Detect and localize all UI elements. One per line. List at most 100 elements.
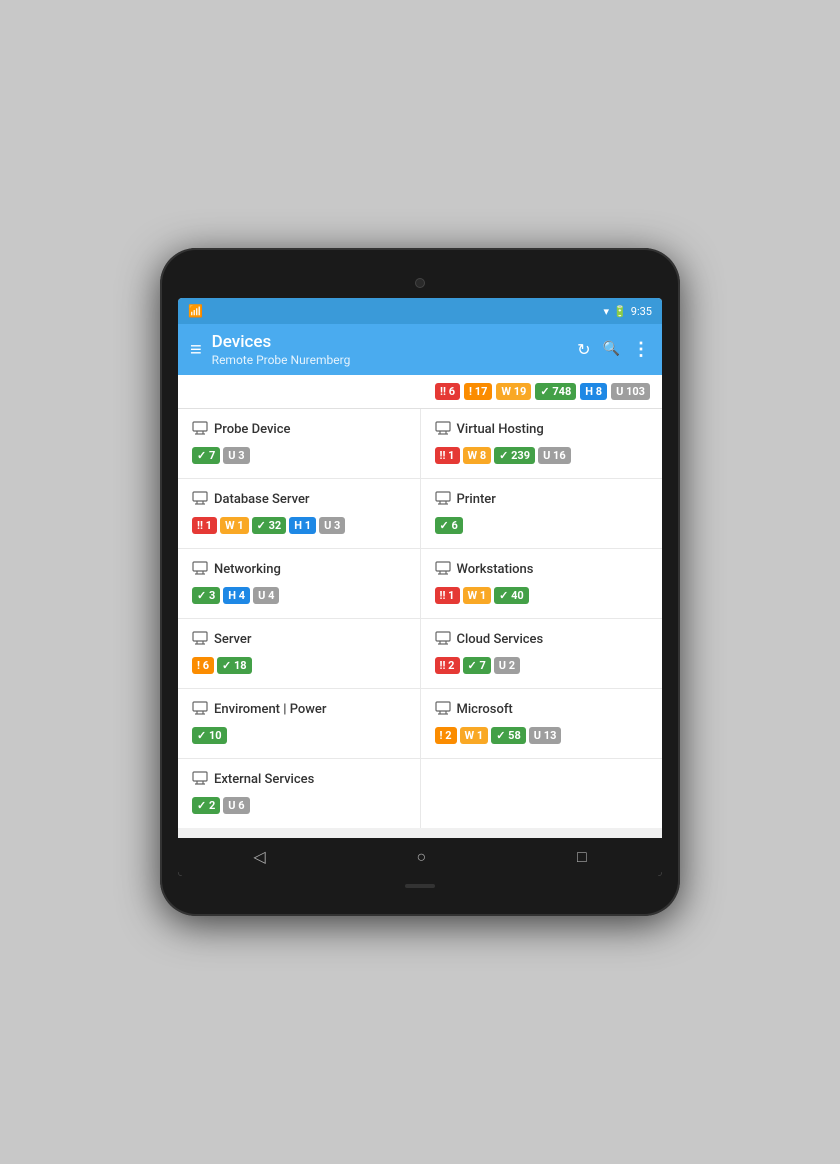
device-badge-row: ! 6✓ 18 [192,657,406,674]
device-badge: ✓ 3 [192,587,220,604]
device-card[interactable]: Database Server !! 1W 1✓ 32H 1U 3 [178,479,420,548]
device-type-icon [192,421,208,439]
app-bar: ≡ Devices Remote Probe Nuremberg ↻ 🔍 ⋮ [178,324,662,374]
search-button[interactable]: 🔍 [603,341,620,357]
device-card-header: Server [192,631,406,649]
status-bar: 📶 ▾ 🔋 9:35 [178,298,662,324]
tablet-screen: 📶 ▾ 🔋 9:35 ≡ Devices Remote Probe Nuremb… [178,298,662,875]
device-badge: !! 2 [435,657,460,674]
device-badge: ✓ 40 [494,587,529,604]
summary-badge: ✓ 748 [535,383,576,400]
device-name-label: Server [214,632,251,647]
device-card-header: Printer [435,491,649,509]
device-card-header: External Services [192,771,406,789]
summary-badge: H 8 [580,383,607,400]
home-button[interactable]: ○ [396,841,446,873]
device-name-label: Database Server [214,492,310,507]
app-title: Devices [212,332,567,352]
device-badge: ✓ 7 [192,447,220,464]
device-type-icon [435,421,451,439]
device-type-icon [435,631,451,649]
device-card[interactable]: Networking ✓ 3H 4U 4 [178,549,420,618]
device-card-header: Networking [192,561,406,579]
device-badge: H 1 [289,517,316,534]
wifi-icon: ▾ [604,305,610,318]
device-name-label: Microsoft [457,702,513,717]
device-card-header: Database Server [192,491,406,509]
device-type-icon [435,701,451,719]
device-card [421,759,663,828]
more-button[interactable]: ⋮ [632,339,650,360]
device-badge: W 1 [463,587,492,604]
device-badge: W 8 [463,447,492,464]
device-name-label: Enviroment | Power [214,702,327,717]
device-badge-row: ✓ 3H 4U 4 [192,587,406,604]
device-card-header: Probe Device [192,421,406,439]
device-badge: ! 2 [435,727,457,744]
camera [415,278,425,288]
device-card[interactable]: Cloud Services !! 2✓ 7U 2 [421,619,663,688]
battery-icon: 🔋 [613,305,627,318]
device-badge: ✓ 2 [192,797,220,814]
device-name-label: Virtual Hosting [457,422,544,437]
device-card-header: Cloud Services [435,631,649,649]
device-card[interactable]: Probe Device ✓ 7U 3 [178,409,420,478]
summary-badge: !! 6 [435,383,460,400]
device-badge-row: !! 2✓ 7U 2 [435,657,649,674]
device-card[interactable]: Server! 6✓ 18 [178,619,420,688]
device-card[interactable]: Virtual Hosting !! 1W 8✓ 239U 16 [421,409,663,478]
status-bar-left: 📶 [188,304,203,318]
device-badge-row: ✓ 6 [435,517,649,534]
device-type-icon [192,491,208,509]
device-badge: ! 6 [192,657,214,674]
device-name-label: Probe Device [214,422,290,437]
device-badge: ✓ 7 [463,657,491,674]
bottom-indicator [405,884,435,888]
device-card-header: Workstations [435,561,649,579]
device-name-label: Workstations [457,562,534,577]
device-badge: !! 1 [192,517,217,534]
device-card[interactable]: Enviroment | Power ✓ 10 [178,689,420,758]
device-type-icon [192,701,208,719]
device-card[interactable]: Workstations !! 1W 1✓ 40 [421,549,663,618]
menu-button[interactable]: ≡ [190,337,202,362]
device-card[interactable]: Microsoft ! 2W 1✓ 58U 13 [421,689,663,758]
app-bar-title-block: Devices Remote Probe Nuremberg [212,332,567,366]
device-type-icon [192,561,208,579]
device-badge: W 1 [220,517,249,534]
device-badge: W 1 [460,727,489,744]
time-display: 9:35 [631,305,652,318]
device-badge: ✓ 10 [192,727,227,744]
device-badge-row: ✓ 7U 3 [192,447,406,464]
device-grid: Probe Device✓ 7U 3Virtual Hosting!! 1W 8… [178,409,662,828]
device-badge: ✓ 58 [491,727,526,744]
device-badge: ✓ 32 [252,517,287,534]
device-name-label: Printer [457,492,496,507]
back-button[interactable]: ◁ [233,841,285,872]
device-badge: ✓ 18 [217,657,252,674]
device-badge-row: !! 1W 1✓ 32H 1U 3 [192,517,406,534]
summary-badge: ! 17 [464,383,492,400]
device-card[interactable]: External Services✓ 2U 6 [178,759,420,828]
device-badge-row: !! 1W 8✓ 239U 16 [435,447,649,464]
bottom-nav: ◁ ○ □ [178,838,662,876]
device-card[interactable]: Printer ✓ 6 [421,479,663,548]
device-type-icon [435,491,451,509]
device-badge: ✓ 6 [435,517,463,534]
device-badge-row: !! 1W 1✓ 40 [435,587,649,604]
tablet-device: 📶 ▾ 🔋 9:35 ≡ Devices Remote Probe Nuremb… [160,248,680,915]
device-name-label: Networking [214,562,281,577]
device-card-header: Virtual Hosting [435,421,649,439]
device-badge: U 16 [538,447,571,464]
device-badge: U 3 [223,447,249,464]
device-card-header: Microsoft [435,701,649,719]
status-bar-right: ▾ 🔋 9:35 [604,305,652,318]
device-badge: ✓ 239 [494,447,535,464]
app-bar-actions: ↻ 🔍 ⋮ [577,339,650,360]
summary-badge: U 103 [611,383,650,400]
device-badge-row: ! 2W 1✓ 58U 13 [435,727,649,744]
recent-button[interactable]: □ [557,841,607,873]
app-subtitle: Remote Probe Nuremberg [212,353,567,367]
summary-row: !! 6! 17W 19✓ 748H 8U 103 [178,375,662,409]
refresh-button[interactable]: ↻ [577,340,590,359]
